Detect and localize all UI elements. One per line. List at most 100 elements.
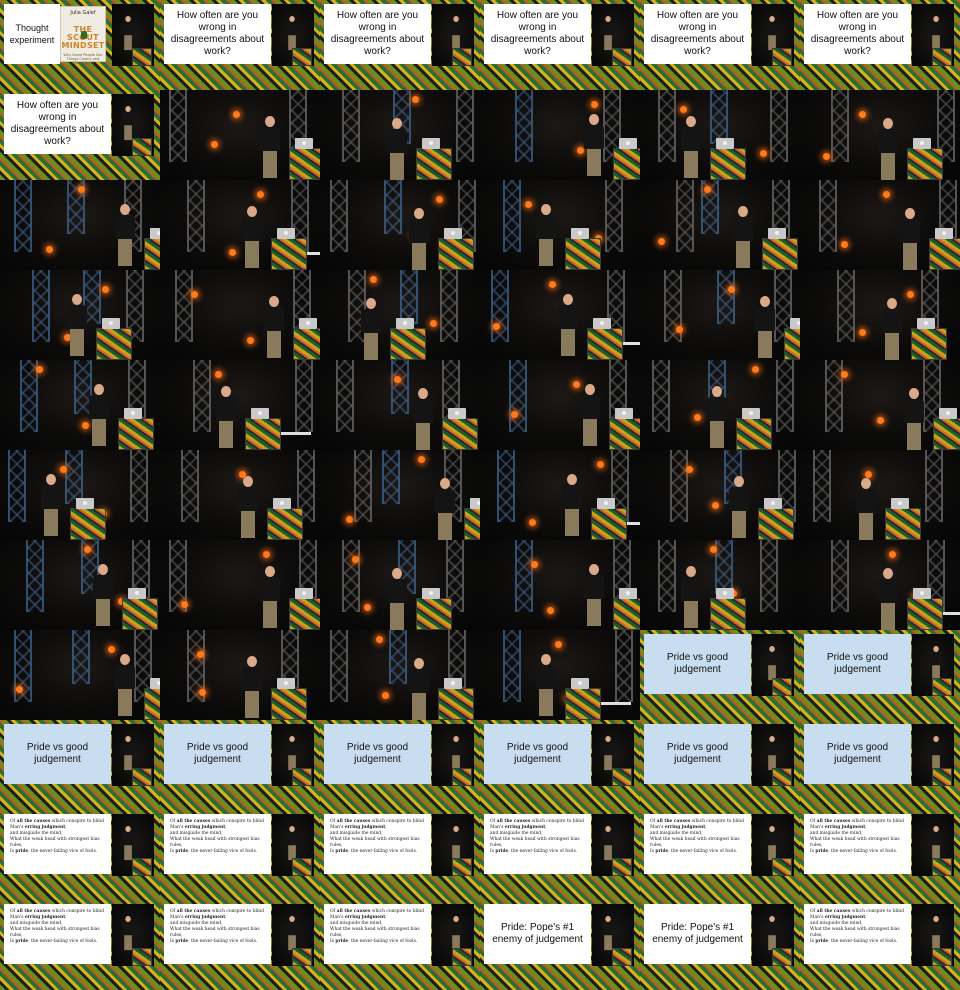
speaker-legs: [124, 845, 132, 861]
speaker-head: [585, 384, 595, 395]
stage-light: [46, 246, 53, 253]
podium: [144, 688, 160, 720]
laptop: [448, 408, 466, 419]
poem-segment: Man's: [10, 915, 25, 920]
laptop: [295, 138, 313, 149]
speaker-head: [221, 386, 231, 397]
slide-pride: Pride vs good judgement: [484, 724, 591, 784]
video-frame-pride: Pride vs good judgement: [640, 720, 800, 810]
poem-segment: and misguide the mind,: [330, 921, 383, 926]
poem-line: What the weak head with strongest bias r…: [810, 927, 905, 939]
podium: [416, 598, 452, 630]
speaker-inset: [272, 904, 314, 966]
video-frame-book: Thought experimentJulia GalefTHE SCOUT M…: [0, 0, 160, 90]
video-frame-stage: [800, 540, 960, 630]
speaker: [259, 116, 281, 178]
laptop: [295, 588, 313, 599]
laptop: [150, 228, 160, 239]
video-frame-stage: [640, 90, 800, 180]
poem-emphasis: erring judgment: [664, 825, 706, 830]
poem-segment: , the never-failing vice of fools.: [508, 849, 578, 854]
speaker-head: [861, 478, 871, 489]
podium: [929, 238, 960, 270]
stage-truss: [831, 540, 849, 612]
speaker-head: [72, 294, 82, 305]
speaker: [766, 826, 778, 861]
speaker-torso: [93, 575, 113, 599]
speaker: [602, 826, 614, 861]
speaker: [122, 736, 134, 771]
video-frame-stage: [0, 270, 160, 360]
speaker-inset: [112, 4, 154, 66]
speaker-legs: [124, 125, 132, 141]
stage-light: [16, 686, 23, 693]
speaker-torso: [602, 742, 614, 756]
speaker-head: [418, 388, 428, 399]
poem-line: Is pride, the never-failing vice of fool…: [170, 939, 265, 945]
stage-light: [493, 323, 500, 330]
poem-line: Is pride, the never-failing vice of fool…: [650, 849, 745, 855]
speaker-legs: [736, 241, 750, 268]
video-frame-poem: Of all the causes which conspire to blin…: [800, 900, 960, 990]
slide-poem: Of all the causes which conspire to blin…: [804, 904, 911, 964]
video-frame-stage: [320, 540, 480, 630]
poem-segment: ,: [705, 825, 707, 830]
slide-pope: Pride: Pope's #1 enemy of judgement: [644, 904, 751, 964]
stage-truss: [391, 360, 409, 414]
podium: [292, 768, 312, 786]
video-frame-stage: [320, 450, 480, 540]
speaker-inset: [912, 634, 954, 696]
speaker-head: [269, 296, 279, 307]
stage-light: [704, 186, 711, 193]
speaker: [728, 476, 750, 538]
speaker-head: [440, 478, 450, 489]
laptop: [615, 408, 633, 419]
speaker: [114, 204, 136, 266]
stage-light: [511, 411, 518, 418]
video-frame-pride: Pride vs good judgement: [480, 720, 640, 810]
poem-segment: Of: [170, 819, 177, 824]
podium: [132, 858, 152, 876]
speaker-torso: [766, 652, 778, 666]
speaker-legs: [390, 153, 404, 180]
stage-light: [211, 141, 218, 148]
speaker: [360, 298, 382, 360]
speaker-head: [563, 294, 573, 305]
book-author: Julia Galef: [70, 10, 96, 16]
speaker-legs: [732, 511, 746, 538]
speaker-inset: [432, 814, 474, 876]
podium: [612, 48, 632, 66]
poem-emphasis: erring judgment: [24, 915, 66, 920]
stage-light: [197, 651, 204, 658]
speaker-torso: [409, 219, 429, 243]
stage-light: [199, 689, 206, 696]
poem-line: Is pride, the never-failing vice of fool…: [330, 849, 425, 855]
speaker: [122, 16, 134, 51]
poem-segment: , the never-failing vice of fools.: [188, 849, 258, 854]
poem-segment: , the never-failing vice of fools.: [28, 849, 98, 854]
speaker-head: [120, 654, 130, 665]
poem-segment: , the never-failing vice of fools.: [348, 939, 418, 944]
podium: [70, 508, 106, 540]
podium: [452, 948, 472, 966]
video-frame-stage: [160, 450, 320, 540]
speaker: [930, 826, 942, 861]
speaker-legs: [583, 419, 597, 446]
video-frame-poem: Of all the causes which conspire to blin…: [480, 810, 640, 900]
video-frame-stage: [800, 450, 960, 540]
laptop: [102, 318, 120, 329]
speaker: [286, 916, 298, 951]
poem-segment: which conspire to blind: [850, 819, 904, 824]
poem-segment: Man's: [810, 825, 825, 830]
video-frame-stage: [640, 540, 800, 630]
stage-light: [430, 320, 437, 327]
stage-light: [84, 546, 91, 553]
podium: [292, 48, 312, 66]
poem-emphasis: pride: [15, 849, 29, 854]
slide-pride: Pride vs good judgement: [164, 724, 271, 784]
speaker-legs: [604, 35, 612, 51]
stage-light: [591, 101, 598, 108]
stage-light: [394, 376, 401, 383]
slide-text: Pride: Pope's #1 enemy of judgement: [652, 922, 743, 945]
speaker: [259, 566, 281, 628]
